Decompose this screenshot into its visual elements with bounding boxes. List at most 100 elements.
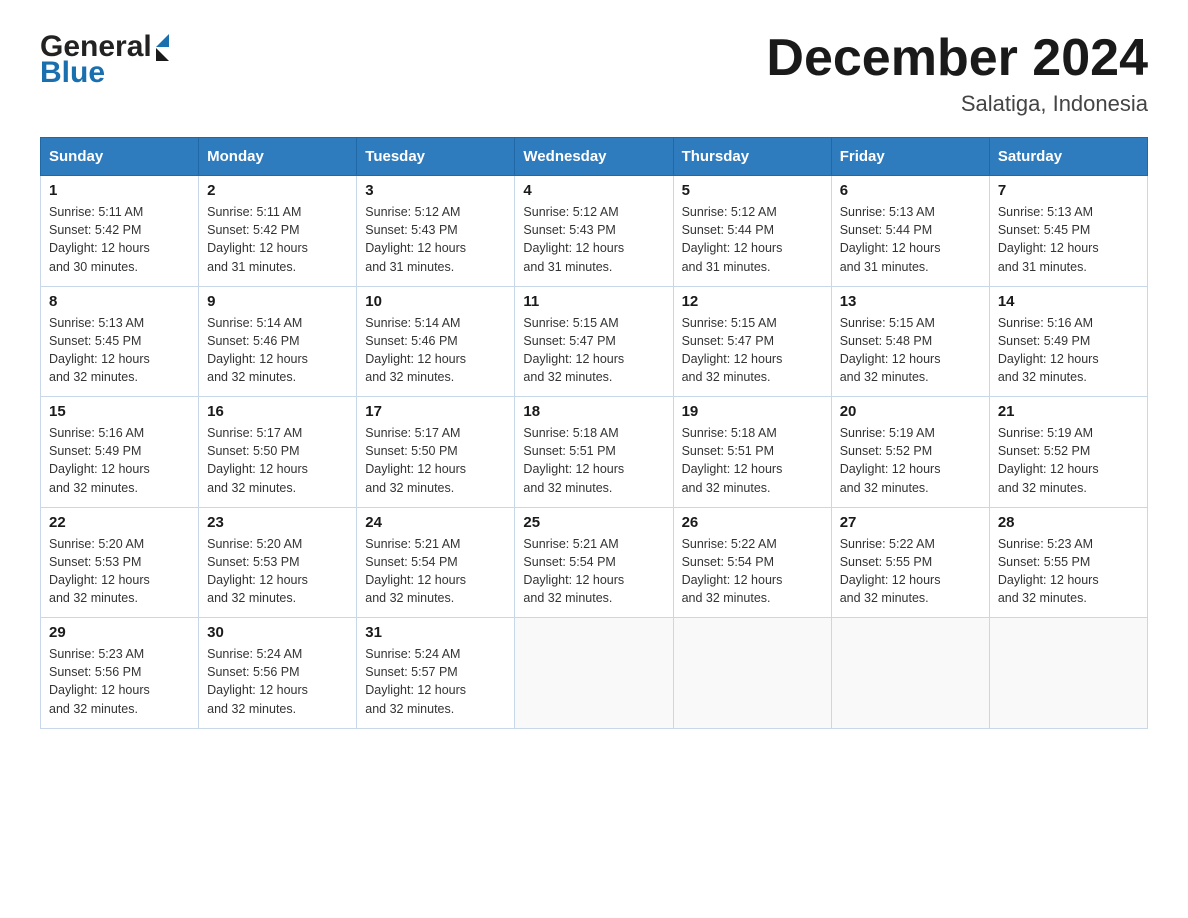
day-info: Sunrise: 5:11 AMSunset: 5:42 PMDaylight:…	[207, 203, 348, 276]
day-info: Sunrise: 5:18 AMSunset: 5:51 PMDaylight:…	[682, 424, 823, 497]
day-number: 12	[682, 293, 823, 310]
day-info: Sunrise: 5:15 AMSunset: 5:47 PMDaylight:…	[523, 314, 664, 387]
calendar-cell: 18Sunrise: 5:18 AMSunset: 5:51 PMDayligh…	[515, 397, 673, 508]
day-number: 25	[523, 514, 664, 531]
day-info: Sunrise: 5:20 AMSunset: 5:53 PMDaylight:…	[49, 535, 190, 608]
logo: General Blue	[40, 30, 169, 90]
day-number: 23	[207, 514, 348, 531]
day-number: 1	[49, 182, 190, 199]
day-info: Sunrise: 5:13 AMSunset: 5:45 PMDaylight:…	[998, 203, 1139, 276]
month-title: December 2024	[766, 30, 1148, 87]
day-number: 31	[365, 624, 506, 641]
day-number: 13	[840, 293, 981, 310]
day-info: Sunrise: 5:16 AMSunset: 5:49 PMDaylight:…	[49, 424, 190, 497]
calendar-cell: 29Sunrise: 5:23 AMSunset: 5:56 PMDayligh…	[41, 618, 199, 729]
day-info: Sunrise: 5:19 AMSunset: 5:52 PMDaylight:…	[998, 424, 1139, 497]
day-info: Sunrise: 5:21 AMSunset: 5:54 PMDaylight:…	[523, 535, 664, 608]
week-row-3: 15 Sunrise: 5:16 AMSunset: 5:49 PMDayligh…	[41, 397, 1148, 508]
day-number: 5	[682, 182, 823, 199]
day-number: 9	[207, 293, 348, 310]
day-number: 2	[207, 182, 348, 199]
day-number: 28	[998, 514, 1139, 531]
calendar-cell: 20 Sunrise: 5:19 AMSunset: 5:52 PMDayligh…	[831, 397, 989, 508]
calendar-cell: 23 Sunrise: 5:20 AMSunset: 5:53 PMDayligh…	[199, 507, 357, 618]
calendar-cell: 19Sunrise: 5:18 AMSunset: 5:51 PMDayligh…	[673, 397, 831, 508]
calendar-cell	[673, 618, 831, 729]
header-friday: Friday	[831, 138, 989, 176]
day-number: 17	[365, 403, 506, 420]
calendar-cell: 13Sunrise: 5:15 AMSunset: 5:48 PMDayligh…	[831, 286, 989, 397]
calendar-header: SundayMondayTuesdayWednesdayThursdayFrid…	[41, 138, 1148, 176]
day-info: Sunrise: 5:24 AMSunset: 5:57 PMDaylight:…	[365, 645, 506, 718]
calendar-body: 1 Sunrise: 5:11 AMSunset: 5:42 PMDaylight…	[41, 176, 1148, 729]
calendar-cell: 6 Sunrise: 5:13 AMSunset: 5:44 PMDaylight…	[831, 176, 989, 287]
day-number: 6	[840, 182, 981, 199]
day-number: 20	[840, 403, 981, 420]
calendar-table: SundayMondayTuesdayWednesdayThursdayFrid…	[40, 137, 1148, 729]
day-number: 15	[49, 403, 190, 420]
calendar-cell: 17 Sunrise: 5:17 AMSunset: 5:50 PMDayligh…	[357, 397, 515, 508]
calendar-cell: 16 Sunrise: 5:17 AMSunset: 5:50 PMDayligh…	[199, 397, 357, 508]
day-info: Sunrise: 5:24 AMSunset: 5:56 PMDaylight:…	[207, 645, 348, 718]
calendar-cell: 11Sunrise: 5:15 AMSunset: 5:47 PMDayligh…	[515, 286, 673, 397]
day-info: Sunrise: 5:13 AMSunset: 5:45 PMDaylight:…	[49, 314, 190, 387]
day-info: Sunrise: 5:12 AMSunset: 5:43 PMDaylight:…	[523, 203, 664, 276]
day-info: Sunrise: 5:15 AMSunset: 5:47 PMDaylight:…	[682, 314, 823, 387]
day-info: Sunrise: 5:17 AMSunset: 5:50 PMDaylight:…	[365, 424, 506, 497]
calendar-cell: 28 Sunrise: 5:23 AMSunset: 5:55 PMDayligh…	[989, 507, 1147, 618]
arrow-top-icon	[156, 34, 169, 47]
calendar-cell: 26Sunrise: 5:22 AMSunset: 5:54 PMDayligh…	[673, 507, 831, 618]
day-number: 3	[365, 182, 506, 199]
day-info: Sunrise: 5:23 AMSunset: 5:55 PMDaylight:…	[998, 535, 1139, 608]
calendar-cell: 24Sunrise: 5:21 AMSunset: 5:54 PMDayligh…	[357, 507, 515, 618]
calendar-cell: 8 Sunrise: 5:13 AMSunset: 5:45 PMDaylight…	[41, 286, 199, 397]
day-info: Sunrise: 5:14 AMSunset: 5:46 PMDaylight:…	[365, 314, 506, 387]
calendar-cell: 7 Sunrise: 5:13 AMSunset: 5:45 PMDaylight…	[989, 176, 1147, 287]
day-info: Sunrise: 5:17 AMSunset: 5:50 PMDaylight:…	[207, 424, 348, 497]
day-info: Sunrise: 5:11 AMSunset: 5:42 PMDaylight:…	[49, 203, 190, 276]
calendar-cell: 2 Sunrise: 5:11 AMSunset: 5:42 PMDaylight…	[199, 176, 357, 287]
calendar-cell: 21Sunrise: 5:19 AMSunset: 5:52 PMDayligh…	[989, 397, 1147, 508]
week-row-1: 1 Sunrise: 5:11 AMSunset: 5:42 PMDaylight…	[41, 176, 1148, 287]
day-info: Sunrise: 5:12 AMSunset: 5:43 PMDaylight:…	[365, 203, 506, 276]
day-number: 22	[49, 514, 190, 531]
day-info: Sunrise: 5:18 AMSunset: 5:51 PMDaylight:…	[523, 424, 664, 497]
week-row-4: 22 Sunrise: 5:20 AMSunset: 5:53 PMDayligh…	[41, 507, 1148, 618]
calendar-cell	[989, 618, 1147, 729]
header-sunday: Sunday	[41, 138, 199, 176]
day-number: 27	[840, 514, 981, 531]
day-info: Sunrise: 5:20 AMSunset: 5:53 PMDaylight:…	[207, 535, 348, 608]
logo-blue-text: Blue	[40, 56, 169, 90]
day-info: Sunrise: 5:19 AMSunset: 5:52 PMDaylight:…	[840, 424, 981, 497]
day-number: 8	[49, 293, 190, 310]
day-info: Sunrise: 5:23 AMSunset: 5:56 PMDaylight:…	[49, 645, 190, 718]
header-tuesday: Tuesday	[357, 138, 515, 176]
header-wednesday: Wednesday	[515, 138, 673, 176]
day-number: 7	[998, 182, 1139, 199]
calendar-cell: 27 Sunrise: 5:22 AMSunset: 5:55 PMDayligh…	[831, 507, 989, 618]
day-info: Sunrise: 5:13 AMSunset: 5:44 PMDaylight:…	[840, 203, 981, 276]
calendar-cell	[831, 618, 989, 729]
day-info: Sunrise: 5:12 AMSunset: 5:44 PMDaylight:…	[682, 203, 823, 276]
title-area: December 2024 Salatiga, Indonesia	[766, 30, 1148, 117]
day-info: Sunrise: 5:22 AMSunset: 5:54 PMDaylight:…	[682, 535, 823, 608]
week-row-5: 29Sunrise: 5:23 AMSunset: 5:56 PMDayligh…	[41, 618, 1148, 729]
day-number: 30	[207, 624, 348, 641]
calendar-cell: 30 Sunrise: 5:24 AMSunset: 5:56 PMDayligh…	[199, 618, 357, 729]
week-row-2: 8 Sunrise: 5:13 AMSunset: 5:45 PMDaylight…	[41, 286, 1148, 397]
day-info: Sunrise: 5:14 AMSunset: 5:46 PMDaylight:…	[207, 314, 348, 387]
day-number: 10	[365, 293, 506, 310]
header-saturday: Saturday	[989, 138, 1147, 176]
calendar-cell: 12 Sunrise: 5:15 AMSunset: 5:47 PMDayligh…	[673, 286, 831, 397]
day-number: 16	[207, 403, 348, 420]
day-info: Sunrise: 5:21 AMSunset: 5:54 PMDaylight:…	[365, 535, 506, 608]
calendar-cell: 1 Sunrise: 5:11 AMSunset: 5:42 PMDaylight…	[41, 176, 199, 287]
day-info: Sunrise: 5:22 AMSunset: 5:55 PMDaylight:…	[840, 535, 981, 608]
calendar-cell: 4 Sunrise: 5:12 AMSunset: 5:43 PMDaylight…	[515, 176, 673, 287]
calendar-cell: 25 Sunrise: 5:21 AMSunset: 5:54 PMDayligh…	[515, 507, 673, 618]
calendar-cell: 9 Sunrise: 5:14 AMSunset: 5:46 PMDaylight…	[199, 286, 357, 397]
day-info: Sunrise: 5:16 AMSunset: 5:49 PMDaylight:…	[998, 314, 1139, 387]
day-number: 4	[523, 182, 664, 199]
calendar-cell: 5 Sunrise: 5:12 AMSunset: 5:44 PMDaylight…	[673, 176, 831, 287]
header-row: SundayMondayTuesdayWednesdayThursdayFrid…	[41, 138, 1148, 176]
